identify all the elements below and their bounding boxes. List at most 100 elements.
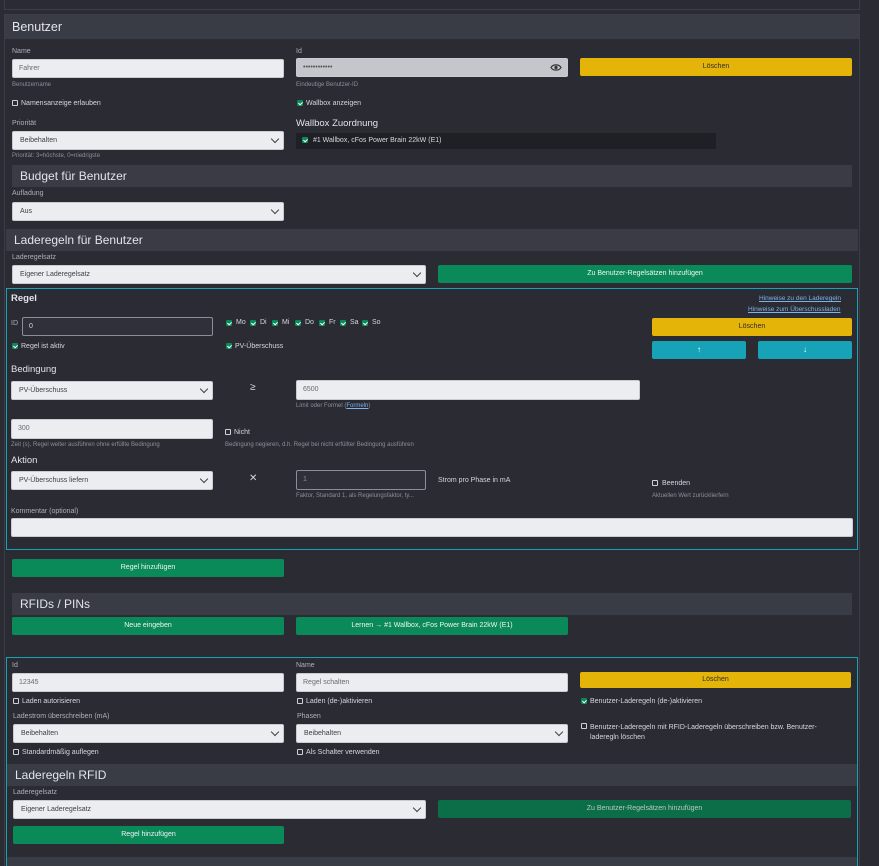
rfid-name-input[interactable]: Regel schalten [296,673,568,692]
day-label-di: Di [260,319,267,326]
ruleset-label: Laderegelsatz [12,254,56,261]
wallbox-show-checkbox[interactable] [297,100,303,106]
phases-label: Phasen [297,713,321,720]
day-checkbox-di[interactable] [250,320,256,326]
end-checkbox[interactable] [652,480,658,486]
wallbox-assign-label: #1 Wallbox, cFos Power Brain 22kW (E1) [312,137,442,144]
rfid-title: RFIDs / PINs [12,593,852,615]
id-input[interactable]: •••••••••••• [296,58,568,77]
charging-select[interactable]: Aus [12,202,284,221]
rfid-ruleset-select[interactable]: Eigener Laderegelsatz [13,800,426,819]
default-apply-checkbox[interactable] [13,749,19,755]
move-up-button[interactable]: ↑ [652,341,746,359]
authorize-checkbox[interactable] [13,698,19,704]
rule-title: Regel [11,293,37,304]
formulas-link[interactable]: Formeln [346,403,368,409]
rule-active-checkbox[interactable] [12,343,18,349]
new-rfid-button[interactable]: Neue eingeben [12,617,284,635]
action-factor-placeholder: 1 [303,476,307,483]
wallbox-assign-checkbox[interactable] [302,137,308,144]
rfid-ruleset-value: Eigener Laderegelsatz [21,806,92,813]
day-checkbox-sa[interactable] [340,320,346,326]
priority-value: Beibehalten [20,137,57,144]
chevron-down-icon [199,384,209,394]
day-checkbox-mi[interactable] [272,320,278,326]
toggle-charging-label: Laden (de-)aktivieren [306,698,373,705]
show-name-label: Namensanzeige erlauben [21,100,101,107]
rfid-rules-title: Laderegeln RFID [7,764,857,786]
negate-label: Nicht [234,429,250,436]
rule-id-label: ID [11,320,18,327]
day-label-so: So [372,319,381,326]
rfid-id-input[interactable]: 12345 [12,673,284,692]
rfid-add-rule-button[interactable]: Regel hinzufügen [13,826,284,844]
action-operator[interactable]: ✕ [249,473,257,484]
day-checkbox-mo[interactable] [226,320,232,326]
condition-variable-value: PV-Überschuss [19,387,68,394]
toggle-charging-checkbox[interactable] [297,698,303,704]
phases-value: Beibehalten [304,730,341,737]
add-to-rulesets-button[interactable]: Zu Benutzer-Regelsätzen hinzufügen [438,265,852,283]
condition-hint-prefix: Limit oder Formel ( [296,403,347,409]
priority-select[interactable]: Beibehalten [12,131,284,150]
condition-title: Bedingung [11,364,57,375]
day-checkbox-do[interactable] [295,320,301,326]
comment-input[interactable] [11,518,853,537]
condition-value-input[interactable]: 6500 [296,380,640,400]
name-input[interactable]: Fahrer [12,59,284,78]
action-unit: Strom pro Phase in mA [438,477,511,484]
override-rules-checkbox[interactable] [581,723,587,729]
authorize-label: Laden autorisieren [22,698,80,705]
charging-value: Aus [20,208,33,215]
ruleset-select[interactable]: Eigener Laderegelsatz [12,265,426,284]
surplus-hints-link[interactable]: Hinweise zum Überschussladen [748,306,841,313]
learn-rfid-button[interactable]: Lernen → #1 Wallbox, cFos Power Brain 22… [296,617,568,635]
chevron-down-icon [270,205,280,215]
name-label: Name [12,48,31,55]
day-checkbox-fr[interactable] [319,320,325,326]
priority-hint: Priorität: 3=höchste, 0=niedrigste [12,153,101,159]
eye-icon[interactable] [550,63,562,72]
day-label-fr: Fr [329,319,336,326]
arrow-down-icon: ↓ [803,345,807,354]
use-as-switch-checkbox[interactable] [297,749,303,755]
wallbox-assign-title: Wallbox Zuordnung [296,118,379,129]
delete-rfid-button[interactable]: Löschen [580,672,851,688]
chevron-down-icon [270,727,280,737]
condition-operator[interactable]: ≥ [250,382,256,393]
delete-user-button[interactable]: Löschen [580,58,852,76]
chevron-down-icon [199,474,209,484]
rule-active-label: Regel ist aktiv [21,343,65,350]
rules-hints-link[interactable]: Hinweise zu den Laderegeln [759,295,841,302]
condition-variable-select[interactable]: PV-Überschuss [11,381,213,400]
action-factor-input[interactable]: 1 [296,470,426,490]
day-checkbox-so[interactable] [362,320,368,326]
page: Benutzer Name Fahrer Benutzername Id •••… [0,0,879,866]
action-variable-select[interactable]: PV-Überschuss liefern [11,471,213,490]
phases-select[interactable]: Beibehalten [296,724,568,743]
show-name-checkbox[interactable] [12,100,18,106]
pv-surplus-checkbox[interactable] [226,343,232,349]
arrow-up-icon: ↑ [697,345,701,354]
current-override-select[interactable]: Beibehalten [13,724,284,743]
condition-time-hint: Zeit (s), Regel weiter ausführen ohne er… [11,442,160,448]
chevron-down-icon [554,727,564,737]
delete-rule-button[interactable]: Löschen [652,318,852,336]
negate-checkbox[interactable] [225,429,231,435]
add-rule-button[interactable]: Regel hinzufügen [12,559,284,577]
day-label-sa: Sa [350,319,359,326]
chevron-down-icon [412,268,422,278]
rule-id-input[interactable]: 0 [22,317,213,336]
rfid-ruleset-label: Laderegelsatz [13,789,57,796]
comment-label: Kommentar (optional) [11,508,79,515]
chevron-down-icon [412,803,422,813]
user-card-title: Benutzer [5,15,859,39]
rfid-add-to-rulesets-button[interactable]: Zu Benutzer-Regelsätzen hinzufügen [438,800,851,818]
condition-time-input[interactable]: 300 [11,419,213,439]
default-apply-label: Standardmäßig auflegen [22,749,99,756]
wallbox-show-label: Wallbox anzeigen [306,100,361,107]
name-hint: Benutzername [12,82,52,88]
wallbox-assign-item: #1 Wallbox, cFos Power Brain 22kW (E1) [296,133,716,149]
move-down-button[interactable]: ↓ [758,341,852,359]
user-rules-toggle-checkbox[interactable] [581,698,587,704]
